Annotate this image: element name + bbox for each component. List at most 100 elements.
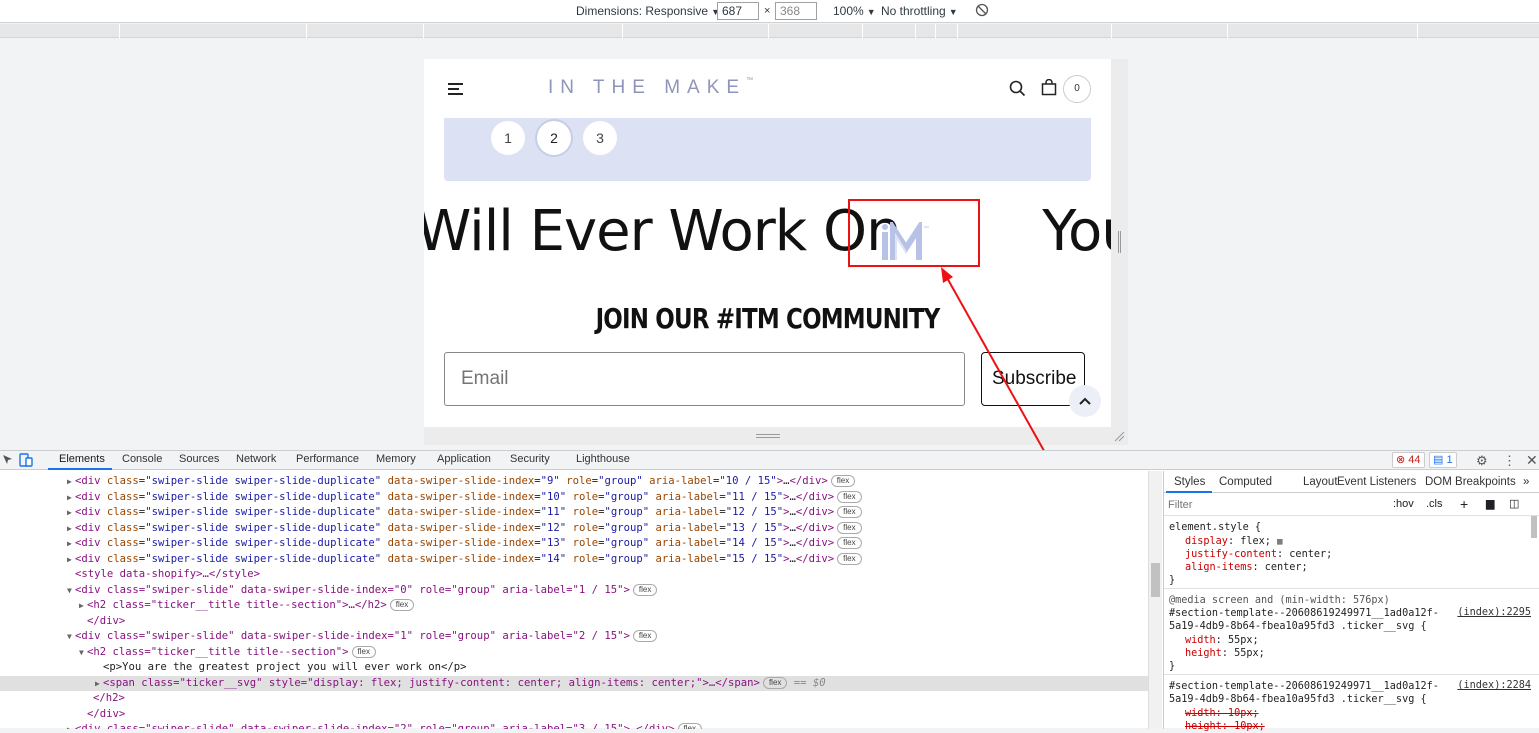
dom-node[interactable]: <p>You are the greatest project you will… bbox=[0, 660, 1148, 676]
dom-node[interactable]: ▶ <div class="swiper-slide swiper-slide-d… bbox=[0, 521, 1148, 537]
expand-arrow-icon[interactable]: ▶ bbox=[67, 521, 72, 537]
dom-node[interactable]: ▼ <div class="swiper-slide" data-swiper-s… bbox=[0, 583, 1148, 599]
expand-arrow-icon[interactable]: ▼ bbox=[67, 629, 72, 645]
dom-node[interactable]: </h2> bbox=[0, 691, 1148, 707]
styles-scrollbar[interactable] bbox=[1531, 516, 1537, 538]
overridden-declaration[interactable]: width: 10px; bbox=[1185, 707, 1259, 720]
css-declaration[interactable]: width: 55px; bbox=[1185, 634, 1259, 647]
tab-elements[interactable]: Elements bbox=[59, 453, 105, 465]
flex-badge[interactable]: flex bbox=[389, 599, 415, 611]
dom-node[interactable]: ▶ <h2 class="ticker__title title--section… bbox=[0, 598, 1148, 614]
flex-badge[interactable]: flex bbox=[762, 676, 788, 689]
dom-node-text: <div class="swiper-slide swiper-slide-du… bbox=[75, 552, 862, 568]
css-property: width bbox=[1185, 635, 1216, 646]
element-style-selector: element.style { bbox=[1169, 522, 1262, 533]
expand-arrow-icon[interactable]: ▶ bbox=[95, 676, 100, 692]
hover-state-toggle[interactable]: :hov bbox=[1393, 498, 1414, 510]
styles-filter-input[interactable] bbox=[1168, 497, 1378, 513]
message-count-badge[interactable]: ▤ 1 bbox=[1429, 452, 1457, 468]
expand-arrow-icon[interactable]: ▶ bbox=[67, 490, 72, 506]
overridden-declaration[interactable]: height: 10px; bbox=[1185, 720, 1265, 733]
css-declaration[interactable]: height: 55px; bbox=[1185, 647, 1265, 660]
dom-node[interactable]: </div> bbox=[0, 707, 1148, 723]
flexbox-editor-icon[interactable]: ▦ bbox=[1277, 537, 1282, 547]
dom-node-text: <div class="swiper-slide swiper-slide-du… bbox=[75, 474, 856, 490]
tab-security[interactable]: Security bbox=[510, 453, 550, 465]
dom-scrollbar[interactable] bbox=[1148, 471, 1162, 729]
tab-styles[interactable]: Styles bbox=[1174, 476, 1205, 488]
add-rule-icon[interactable]: + bbox=[1460, 496, 1468, 512]
flex-badge[interactable]: flex bbox=[632, 583, 658, 596]
rule-selector-line-2: 5a19-4db9-8b64-fbea10a95fd3 .ticker__svg… bbox=[1169, 694, 1427, 705]
expand-arrow-icon[interactable]: ▶ bbox=[67, 536, 72, 552]
flex-badge[interactable]: flex bbox=[677, 723, 702, 729]
error-count-badge[interactable]: ⊗ 44 bbox=[1392, 452, 1425, 468]
sidebar-toggle-icon[interactable]: ◫ bbox=[1509, 497, 1519, 510]
tab-layout[interactable]: Layout bbox=[1303, 476, 1338, 488]
tab-application[interactable]: Application bbox=[437, 453, 491, 465]
dom-node[interactable]: <style data-shopify>…</style> bbox=[0, 567, 1148, 583]
tab-memory[interactable]: Memory bbox=[376, 453, 416, 465]
css-declaration[interactable]: display: flex; ▦ bbox=[1185, 535, 1282, 549]
tab-console[interactable]: Console bbox=[122, 453, 162, 465]
css-property: height bbox=[1185, 648, 1222, 659]
dom-node-text: <div class="swiper-slide swiper-slide-du… bbox=[75, 536, 862, 552]
inspect-element-icon[interactable] bbox=[2, 454, 14, 469]
dom-node-text: <div class="swiper-slide swiper-slide-du… bbox=[75, 521, 862, 537]
expand-arrow-icon[interactable]: ▶ bbox=[67, 505, 72, 521]
source-link[interactable]: (index):2284 bbox=[1457, 680, 1531, 691]
dom-node[interactable]: ▼ <div class="swiper-slide" data-swiper-s… bbox=[0, 629, 1148, 645]
flex-badge[interactable]: flex bbox=[830, 475, 856, 487]
tab-performance[interactable]: Performance bbox=[296, 453, 359, 465]
close-icon[interactable]: ✕ bbox=[1526, 452, 1538, 469]
dom-node-selected[interactable]: ▶ <span class="ticker__svg" style="displa… bbox=[0, 675, 1148, 692]
class-toggle[interactable]: .cls bbox=[1426, 498, 1443, 510]
flex-badge[interactable]: flex bbox=[632, 630, 658, 642]
dom-tree[interactable]: ▶ <div class="swiper-slide swiper-slide-d… bbox=[0, 471, 1148, 729]
tab-event-listeners[interactable]: Event Listeners bbox=[1337, 476, 1416, 488]
styles-tabbar: Styles Computed Layout Event Listeners D… bbox=[1164, 471, 1539, 493]
dom-node[interactable]: ▶ <div class="swiper-slide swiper-slide-d… bbox=[0, 505, 1148, 521]
active-styles-tab-indicator bbox=[1166, 491, 1212, 493]
more-options-icon[interactable]: ⋮ bbox=[1503, 453, 1516, 469]
dom-node[interactable]: ▶ <div class="swiper-slide swiper-slide-d… bbox=[0, 490, 1148, 506]
rule-selector-line-1: #section-template--20608619249971__1ad0a… bbox=[1169, 681, 1439, 692]
dom-node-text: <h2 class="ticker__title title--section"… bbox=[87, 598, 415, 614]
console-ref: == $0 bbox=[793, 676, 826, 689]
expand-arrow-icon[interactable]: ▶ bbox=[67, 552, 72, 568]
flex-badge[interactable]: flex bbox=[837, 537, 862, 549]
tab-network[interactable]: Network bbox=[236, 453, 276, 465]
expand-arrow-icon[interactable]: ▶ bbox=[79, 598, 84, 614]
tab-dom-breakpoints[interactable]: DOM Breakpoints bbox=[1425, 476, 1516, 488]
dom-node[interactable]: ▼ <h2 class="ticker__title title--section… bbox=[0, 645, 1148, 661]
expand-arrow-icon[interactable]: ▼ bbox=[67, 583, 72, 599]
settings-gear-icon[interactable]: ⚙ bbox=[1476, 453, 1488, 469]
paint-icon[interactable]: ▆ bbox=[1486, 497, 1494, 510]
rule-close: } bbox=[1169, 575, 1176, 586]
devtools-tabbar: Elements Console Sources Network Perform… bbox=[0, 451, 1539, 470]
flex-badge[interactable]: flex bbox=[837, 521, 862, 534]
dom-node-text: </h2> bbox=[93, 692, 125, 704]
dom-node[interactable]: ▶ <div class="swiper-slide swiper-slide-d… bbox=[0, 552, 1148, 568]
expand-arrow-icon[interactable]: ▶ bbox=[67, 474, 72, 490]
flex-badge[interactable]: flex bbox=[837, 490, 862, 503]
tab-computed[interactable]: Computed bbox=[1219, 476, 1272, 488]
css-declaration[interactable]: align-items: center; bbox=[1185, 561, 1308, 574]
flex-badge[interactable]: flex bbox=[351, 645, 376, 658]
source-link[interactable]: (index):2295 bbox=[1457, 607, 1531, 618]
css-declaration[interactable]: justify-content: center; bbox=[1185, 548, 1332, 561]
dom-node[interactable]: ▶ <div class="swiper-slide swiper-slide-d… bbox=[0, 536, 1148, 552]
flex-badge[interactable]: flex bbox=[837, 552, 862, 565]
more-tabs-icon[interactable]: » bbox=[1523, 476, 1529, 488]
css-value: flex; bbox=[1240, 536, 1271, 547]
flex-badge[interactable]: flex bbox=[837, 506, 862, 518]
active-tab-indicator bbox=[48, 468, 112, 470]
dom-node-text: <span class="ticker__svg" style="display… bbox=[103, 676, 826, 689]
dom-node-text: <h2 class="ticker__title title--section"… bbox=[87, 645, 376, 661]
device-toggle-icon[interactable] bbox=[19, 453, 33, 470]
tab-sources[interactable]: Sources bbox=[179, 453, 219, 465]
dom-node[interactable]: </div> bbox=[0, 614, 1148, 630]
tab-lighthouse[interactable]: Lighthouse bbox=[576, 453, 630, 465]
dom-node[interactable]: ▶ <div class="swiper-slide swiper-slide-d… bbox=[0, 474, 1148, 490]
expand-arrow-icon[interactable]: ▼ bbox=[79, 645, 84, 661]
